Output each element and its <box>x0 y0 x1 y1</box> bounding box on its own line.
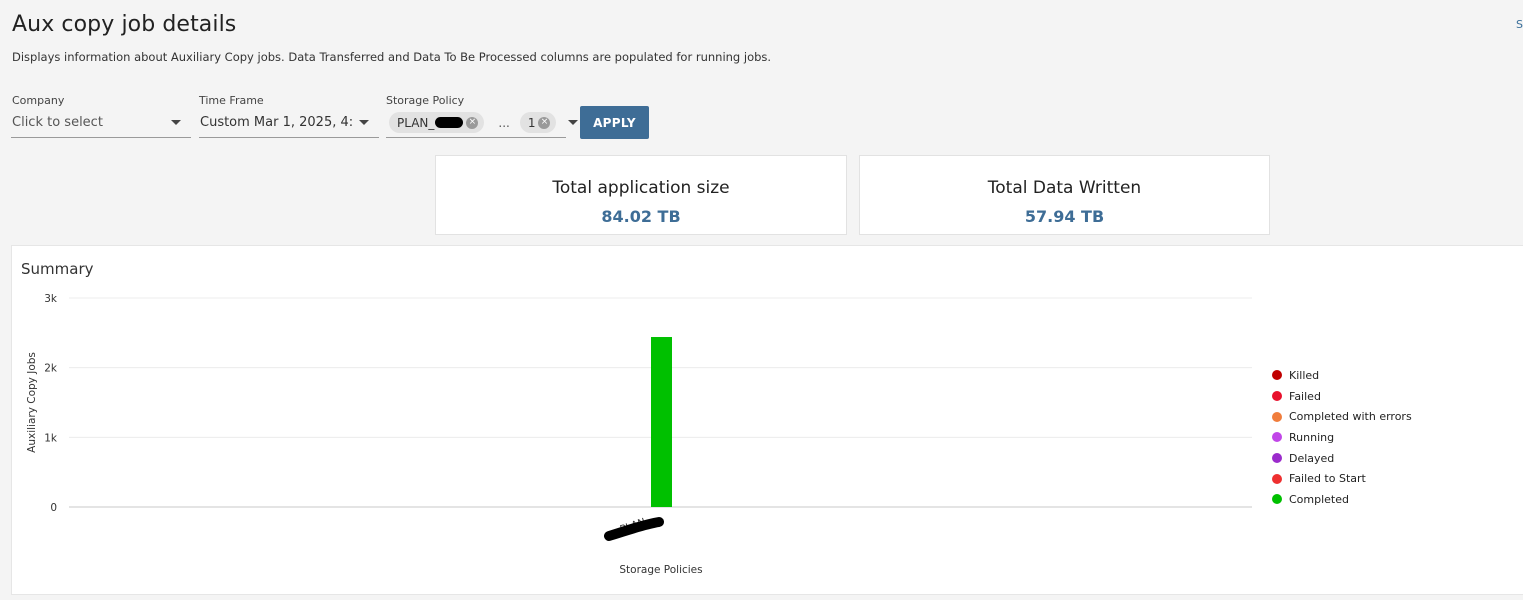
kpi-card-data-written: Total Data Written 57.94 TB <box>859 155 1270 235</box>
page-title: Aux copy job details <box>12 12 237 37</box>
storage-policy-count-chip[interactable]: 1 × <box>519 112 557 133</box>
legend-dot <box>1272 432 1282 443</box>
time-frame-select[interactable]: Custom Mar 1, 2025, 4:5... <box>199 108 379 138</box>
kpi-value: 84.02 TB <box>601 207 681 226</box>
legend-dot <box>1272 370 1282 381</box>
legend-item-running[interactable]: Running <box>1272 427 1412 448</box>
legend-label: Failed <box>1289 389 1321 403</box>
redacted-text <box>435 117 464 128</box>
legend-label: Running <box>1289 430 1335 444</box>
time-frame-value: Custom Mar 1, 2025, 4:5... <box>200 115 353 130</box>
company-select[interactable]: Click to select <box>11 108 191 138</box>
bar-completed <box>651 337 672 507</box>
legend-item-killed[interactable]: Killed <box>1272 365 1412 386</box>
kpi-card-application-size: Total application size 84.02 TB <box>435 155 847 235</box>
legend-label: Completed <box>1289 492 1349 506</box>
legend-item-delayed[interactable]: Delayed <box>1272 448 1412 469</box>
y-axis-label: Auxiliary Copy Jobs <box>26 352 38 453</box>
legend-label: Delayed <box>1289 451 1335 465</box>
legend-dot <box>1272 453 1282 464</box>
y-tick-label: 2k <box>44 363 58 375</box>
y-tick-label: 1k <box>44 432 58 444</box>
legend-item-failed-to-start[interactable]: Failed to Start <box>1272 468 1412 489</box>
legend-label: Killed <box>1289 368 1320 382</box>
kpi-title: Total application size <box>552 178 730 198</box>
legend-item-completed-with-errors[interactable]: Completed with errors <box>1272 406 1412 427</box>
time-frame-label: Time Frame <box>199 94 264 107</box>
storage-policy-chip-label: PLAN_ <box>397 115 435 130</box>
legend-item-completed[interactable]: Completed <box>1272 489 1412 510</box>
apply-button[interactable]: APPLY <box>580 106 649 139</box>
kpi-value: 57.94 TB <box>1024 207 1105 226</box>
storage-policy-select[interactable]: PLAN_ × ... 1 × <box>386 108 579 138</box>
more-chips-indicator: ... <box>498 115 510 130</box>
storage-policy-label: Storage Policy <box>386 94 465 107</box>
legend-item-failed[interactable]: Failed <box>1272 386 1412 407</box>
storage-policy-chip[interactable]: PLAN_ × <box>389 112 485 133</box>
x-axis-label: Storage Policies <box>619 564 702 576</box>
legend-label: Completed with errors <box>1289 410 1412 424</box>
remove-chip-icon[interactable]: × <box>466 116 479 129</box>
chevron-down-icon <box>359 120 369 125</box>
storage-policy-count: 1 <box>527 115 536 130</box>
chevron-down-icon <box>171 120 181 125</box>
redaction-scribble <box>604 517 664 541</box>
y-tick-label: 0 <box>50 502 57 514</box>
y-tick-label: 3k <box>44 293 58 305</box>
summary-panel: Summary 0 1k 2k 3k Auxiliary Copy Jobs PLAN_.… <box>11 245 1523 595</box>
legend-dot <box>1272 473 1282 484</box>
legend-dot <box>1272 411 1282 422</box>
remove-chip-icon[interactable]: × <box>538 116 551 129</box>
legend-dot <box>1272 391 1282 402</box>
corner-link[interactable]: S <box>1516 18 1523 31</box>
company-select-placeholder: Click to select <box>12 115 103 130</box>
company-label: Company <box>12 94 65 107</box>
legend-dot <box>1272 494 1282 505</box>
chart-legend: Killed Failed Completed with errors Running… <box>1272 365 1412 510</box>
kpi-title: Total Data Written <box>987 178 1142 198</box>
legend-label: Failed to Start <box>1289 472 1366 486</box>
chevron-down-icon <box>568 120 579 125</box>
page-description: Displays information about Auxiliary Cop… <box>12 50 772 64</box>
summary-chart: 01k2k3kAuxiliary Copy JobsPLAN_...Storag… <box>26 293 1252 576</box>
